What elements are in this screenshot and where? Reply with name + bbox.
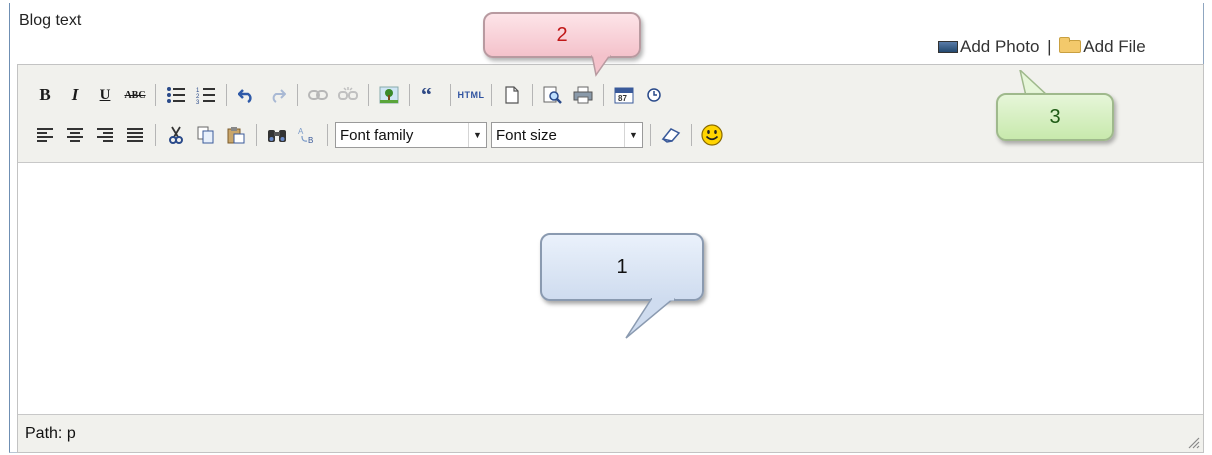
toolbar-separator bbox=[155, 124, 156, 146]
toolbar-separator bbox=[226, 84, 227, 106]
numbered-list-button[interactable]: 123 bbox=[193, 82, 219, 108]
binoculars-icon bbox=[268, 130, 286, 142]
remove-format-button[interactable] bbox=[658, 122, 684, 148]
font-size-select[interactable]: Font size ▼ bbox=[491, 122, 643, 148]
toolbar-separator bbox=[409, 84, 410, 106]
toolbar-separator bbox=[691, 124, 692, 146]
justify-button[interactable] bbox=[122, 122, 148, 148]
editor-statusbar: Path: p bbox=[18, 414, 1203, 452]
html-source-button[interactable]: HTML bbox=[458, 82, 485, 108]
add-file-link[interactable]: Add File bbox=[1059, 36, 1146, 57]
callout-2: 2 bbox=[483, 12, 641, 58]
paste-button[interactable] bbox=[223, 122, 249, 148]
align-right-button[interactable] bbox=[92, 122, 118, 148]
link-separator: | bbox=[1047, 36, 1052, 56]
svg-text:3: 3 bbox=[196, 100, 200, 104]
print-button[interactable] bbox=[570, 82, 596, 108]
link-button[interactable] bbox=[305, 82, 331, 108]
toolbar-separator bbox=[327, 124, 328, 146]
resize-grip-icon[interactable] bbox=[1186, 435, 1200, 449]
new-document-button[interactable] bbox=[499, 82, 525, 108]
chevron-down-icon: ▼ bbox=[468, 123, 486, 147]
redo-icon bbox=[272, 89, 286, 103]
element-path: Path: p bbox=[25, 425, 76, 443]
unlink-button[interactable] bbox=[335, 82, 361, 108]
copy-icon bbox=[197, 126, 214, 144]
bold-button[interactable]: B bbox=[32, 82, 58, 108]
toolbar-row-1: B I U ABC 123 “ HTML 87 bbox=[30, 79, 669, 111]
blockquote-button[interactable]: “ bbox=[417, 82, 443, 108]
path-value[interactable]: p bbox=[67, 425, 76, 442]
insert-date-button[interactable]: 87 bbox=[611, 82, 637, 108]
italic-button[interactable]: I bbox=[62, 82, 88, 108]
new-document-icon bbox=[505, 86, 519, 104]
link-icon bbox=[308, 90, 328, 100]
callout-1: 1 bbox=[540, 233, 704, 301]
toolbar-separator bbox=[603, 84, 604, 106]
toolbar-row-2: AB Font family ▼ Font size ▼ bbox=[30, 119, 727, 151]
callout-1-tail bbox=[625, 298, 676, 339]
chevron-down-icon: ▼ bbox=[624, 123, 642, 147]
svg-text:“: “ bbox=[421, 88, 432, 102]
replace-icon: AB bbox=[298, 127, 313, 144]
align-right-icon bbox=[97, 128, 113, 142]
calendar-icon: 87 bbox=[614, 87, 634, 104]
undo-icon bbox=[238, 89, 252, 103]
blog-text-label: Blog text bbox=[19, 12, 82, 29]
underline-button[interactable]: U bbox=[92, 82, 118, 108]
toolbar-separator bbox=[256, 124, 257, 146]
attachment-links: Add Photo | Add File bbox=[938, 36, 1146, 57]
photo-icon bbox=[938, 40, 958, 53]
svg-text:B: B bbox=[308, 136, 313, 144]
redo-button[interactable] bbox=[264, 82, 290, 108]
add-file-label: Add File bbox=[1083, 36, 1146, 56]
smiley-icon bbox=[701, 124, 723, 146]
add-photo-link[interactable]: Add Photo bbox=[938, 37, 1039, 57]
replace-button[interactable]: AB bbox=[294, 122, 320, 148]
toolbar-separator bbox=[650, 124, 651, 146]
align-left-icon bbox=[37, 128, 53, 142]
toolbar-separator bbox=[368, 84, 369, 106]
unlink-icon bbox=[338, 87, 358, 100]
callout-2-tail bbox=[591, 55, 611, 77]
font-family-value: Font family bbox=[340, 126, 414, 144]
bullet-list-icon bbox=[167, 87, 185, 103]
insert-image-button[interactable] bbox=[376, 82, 402, 108]
preview-icon bbox=[543, 86, 562, 104]
toolbar-separator bbox=[297, 84, 298, 106]
printer-icon bbox=[573, 86, 593, 104]
path-label: Path: bbox=[25, 425, 63, 442]
emoticon-button[interactable] bbox=[699, 122, 725, 148]
svg-text:A: A bbox=[298, 127, 304, 136]
align-left-button[interactable] bbox=[32, 122, 58, 148]
toolbar-separator bbox=[155, 84, 156, 106]
folder-icon bbox=[1059, 37, 1082, 54]
font-family-select[interactable]: Font family ▼ bbox=[335, 122, 487, 148]
add-photo-label: Add Photo bbox=[960, 36, 1040, 56]
paste-icon bbox=[227, 127, 245, 144]
align-center-icon bbox=[67, 128, 83, 142]
numbered-list-icon: 123 bbox=[196, 88, 215, 104]
align-center-button[interactable] bbox=[62, 122, 88, 148]
undo-button[interactable] bbox=[234, 82, 260, 108]
quote-icon: “ bbox=[421, 88, 432, 102]
cut-button[interactable] bbox=[163, 122, 189, 148]
toolbar-separator bbox=[450, 84, 451, 106]
bullet-list-button[interactable] bbox=[163, 82, 189, 108]
insert-time-button[interactable] bbox=[641, 82, 667, 108]
toolbar-separator bbox=[532, 84, 533, 106]
eraser-icon bbox=[661, 128, 681, 143]
strikethrough-button[interactable]: ABC bbox=[122, 82, 148, 108]
scissors-icon bbox=[169, 126, 183, 144]
preview-button[interactable] bbox=[540, 82, 566, 108]
copy-button[interactable] bbox=[193, 122, 219, 148]
clock-icon bbox=[647, 88, 661, 102]
image-icon bbox=[379, 86, 399, 104]
font-size-value: Font size bbox=[496, 126, 557, 144]
toolbar-separator bbox=[491, 84, 492, 106]
justify-icon bbox=[127, 128, 143, 142]
find-button[interactable] bbox=[264, 122, 290, 148]
callout-3: 3 bbox=[996, 93, 1114, 141]
svg-text:87: 87 bbox=[618, 94, 627, 103]
